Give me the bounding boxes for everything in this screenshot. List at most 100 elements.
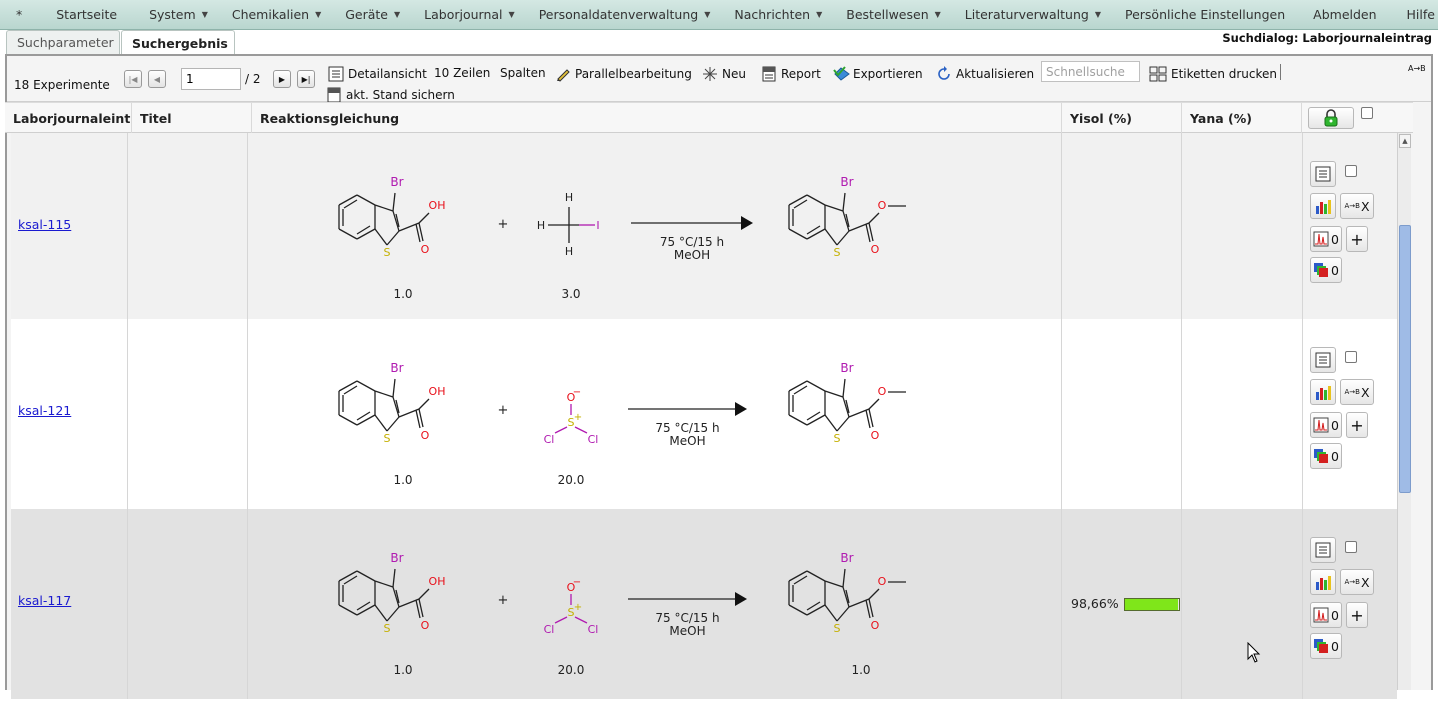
- spectrum-icon: [1313, 607, 1329, 623]
- menu-item-nachrichten[interactable]: Nachrichten ▼: [722, 0, 834, 30]
- last-page-button[interactable]: ▶|: [297, 70, 315, 88]
- reaction-chart-button[interactable]: [1310, 569, 1336, 595]
- atob-remove-button[interactable]: A→B X: [1340, 379, 1374, 405]
- entry-link-ksal-121[interactable]: ksal-121: [18, 403, 71, 418]
- first-page-button[interactable]: |◀: [124, 70, 142, 88]
- samples-button[interactable]: 0: [1310, 257, 1342, 283]
- open-detail-button[interactable]: [1310, 161, 1336, 187]
- result-toolbar: 18 Experimente |◀ ◀ / 2 ▶ ▶| Detailansic…: [7, 56, 1431, 103]
- entry-link-ksal-117[interactable]: ksal-117: [18, 593, 71, 608]
- atob-toolbar-button[interactable]: A→B: [1408, 64, 1426, 73]
- report-button[interactable]: Report: [761, 66, 821, 82]
- bromine-atom-label: Br: [840, 361, 853, 375]
- col-header-entry[interactable]: Laborjournaleintrag: [5, 103, 132, 133]
- open-detail-button[interactable]: [1310, 537, 1336, 563]
- analytics-button[interactable]: 0: [1310, 226, 1342, 252]
- ester-oxygen-label: O: [878, 385, 887, 398]
- sulfur-atom-label: S: [834, 622, 841, 635]
- main-menu-bar: * Startseite System ▼ Chemikalien ▼ Geräte…: [0, 0, 1438, 30]
- reaction-scheme-svg: Br S O OH + O − S + Cl Cl 75 °C/15 hMeOH Br S O O 1.0 20.…: [338, 551, 906, 677]
- positive-charge-label: +: [574, 412, 582, 423]
- next-page-button[interactable]: ▶: [273, 70, 291, 88]
- menu-item-star[interactable]: *: [0, 0, 44, 30]
- analytics-count: 0: [1331, 607, 1339, 623]
- next-page-icon: ▶: [278, 74, 286, 84]
- pdf-save-icon: [326, 87, 342, 103]
- menu-item-laborjournal[interactable]: Laborjournal ▼: [412, 0, 527, 30]
- open-detail-button[interactable]: [1310, 347, 1336, 373]
- print-labels-button[interactable]: Etiketten drucken: [1149, 66, 1277, 82]
- export-icon: [833, 66, 850, 82]
- menu-item-chemikalien[interactable]: Chemikalien ▼: [220, 0, 333, 30]
- analytics-button[interactable]: 0: [1310, 602, 1342, 628]
- menu-item-bestellwesen[interactable]: Bestellwesen ▼: [834, 0, 953, 30]
- menu-item-hilfe[interactable]: Hilfe: [1393, 0, 1438, 30]
- col-header-reaction[interactable]: Reaktionsgleichung: [252, 103, 1062, 133]
- save-state-button[interactable]: akt. Stand sichern: [326, 87, 455, 103]
- vertical-scrollbar[interactable]: ▲: [1397, 133, 1411, 690]
- detail-view-button[interactable]: Detailansicht: [328, 66, 427, 82]
- hydroxyl-label: OH: [429, 575, 446, 588]
- export-button[interactable]: Exportieren: [833, 66, 923, 82]
- col-header-title[interactable]: Titel: [132, 103, 252, 133]
- rows-per-page-button[interactable]: 10 Zeilen: [434, 66, 490, 80]
- entry-link-ksal-115[interactable]: ksal-115: [18, 217, 71, 232]
- prev-page-icon: ◀: [153, 74, 161, 84]
- table-header: Laborjournaleintrag Titel Reaktionsgleic…: [5, 102, 1413, 133]
- cell-divider: [1302, 133, 1303, 323]
- row-select-checkbox[interactable]: [1345, 541, 1357, 553]
- col-header-yisol[interactable]: Yisol (%): [1062, 103, 1182, 133]
- refresh-button[interactable]: Aktualisieren: [936, 66, 1034, 82]
- lock-button[interactable]: [1308, 107, 1354, 129]
- atob-remove-button[interactable]: A→B X: [1340, 193, 1374, 219]
- row-select-checkbox[interactable]: [1345, 351, 1357, 363]
- menu-item-geraete[interactable]: Geräte ▼: [333, 0, 412, 30]
- methyl-bromobenzothiophene-carboxylate-structure: Br S O O: [788, 551, 906, 635]
- plus-icon: +: [1350, 605, 1364, 625]
- detail-view-icon: [1315, 352, 1331, 368]
- analytics-button[interactable]: 0: [1310, 412, 1342, 438]
- caret-down-icon: ▼: [704, 10, 711, 19]
- new-button[interactable]: Neu: [702, 66, 746, 82]
- add-analytics-button[interactable]: +: [1346, 226, 1368, 252]
- select-all-checkbox[interactable]: [1361, 107, 1373, 119]
- remove-x-icon: X: [1360, 384, 1370, 400]
- carbonyl-oxygen-label: O: [871, 429, 880, 442]
- menu-item-abmelden[interactable]: Abmelden: [1297, 0, 1392, 30]
- tab-suchparameter[interactable]: Suchparameter: [6, 30, 120, 54]
- scroll-thumb[interactable]: [1399, 225, 1411, 493]
- samples-count: 0: [1331, 638, 1339, 654]
- samples-button[interactable]: 0: [1310, 443, 1342, 469]
- refresh-icon: [936, 66, 952, 82]
- samples-button[interactable]: 0: [1310, 633, 1342, 659]
- arrow-head-icon: [735, 402, 747, 416]
- sample-vials-icon: [1314, 449, 1329, 463]
- plus-sign: +: [498, 403, 509, 418]
- page-number-input[interactable]: [181, 68, 241, 90]
- reaction-chart-button[interactable]: [1310, 379, 1336, 405]
- menu-item-startseite[interactable]: Startseite: [44, 0, 133, 30]
- hydrogen-atom-label: H: [565, 245, 573, 258]
- menu-item-literaturverwaltung[interactable]: Literaturverwaltung ▼: [953, 0, 1113, 30]
- chlorine-atom-label: Cl: [544, 433, 555, 446]
- add-analytics-button[interactable]: +: [1346, 602, 1368, 628]
- cell-divider: [127, 509, 128, 699]
- scroll-up-icon[interactable]: ▲: [1399, 134, 1411, 148]
- negative-charge-label: −: [573, 577, 581, 588]
- atob-remove-button[interactable]: A→B X: [1340, 569, 1374, 595]
- col-header-yana[interactable]: Yana (%): [1182, 103, 1302, 133]
- prev-page-button[interactable]: ◀: [148, 70, 166, 88]
- menu-item-persoenliche-einstellungen[interactable]: Persönliche Einstellungen: [1113, 0, 1297, 30]
- add-analytics-button[interactable]: +: [1346, 412, 1368, 438]
- quick-search-input[interactable]: [1041, 61, 1140, 82]
- samples-count: 0: [1331, 262, 1339, 278]
- menu-item-personaldatenverwaltung[interactable]: Personaldatenverwaltung ▼: [527, 0, 723, 30]
- menu-item-system[interactable]: System ▼: [137, 0, 220, 30]
- row-select-checkbox[interactable]: [1345, 165, 1357, 177]
- columns-button[interactable]: Spalten: [500, 66, 546, 80]
- reaction-chart-button[interactable]: [1310, 193, 1336, 219]
- yisol-progress-bar: [1124, 598, 1180, 611]
- tab-suchergebnis[interactable]: Suchergebnis: [121, 30, 235, 55]
- chlorine-atom-label: Cl: [544, 623, 555, 636]
- parallel-edit-button[interactable]: Parallelbearbeitung: [555, 66, 692, 82]
